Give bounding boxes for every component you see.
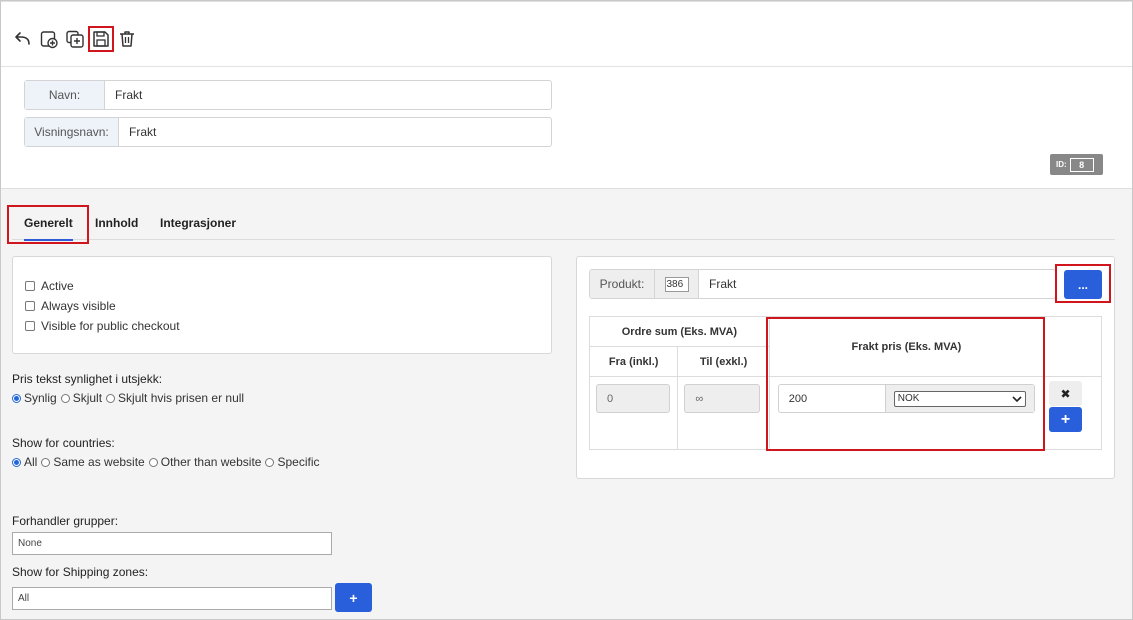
to-input[interactable]: ∞ [684, 384, 761, 413]
public-checkout-label: Visible for public checkout [41, 319, 180, 333]
price-visibility-label: Pris tekst synlighet i utsjekk: [12, 372, 163, 386]
radio-skjult-null[interactable]: Skjult hvis prisen er null [106, 391, 244, 405]
tab-bar: Generelt Innhold Integrasjoner [12, 206, 1115, 241]
actions-cell: ✖ + [1043, 376, 1102, 450]
price-visibility-options: Synlig Skjult Skjult hvis prisen er null [12, 391, 248, 405]
radio-specific[interactable]: Specific [265, 455, 320, 469]
currency-value: NOK [897, 393, 920, 404]
from-input[interactable]: 0 [596, 384, 670, 413]
name-input[interactable]: Frakt [105, 81, 551, 109]
radio-same-as-website[interactable]: Same as website [41, 455, 145, 469]
new-document-icon[interactable] [38, 28, 60, 50]
price-header: Frakt pris (Eks. MVA) [768, 316, 1045, 377]
browse-product-button[interactable]: ... [1064, 270, 1102, 299]
price-row: 0 ∞ 200 NOK ✖ + [588, 376, 1102, 450]
save-icon[interactable] [88, 26, 114, 52]
id-label: ID: [1056, 160, 1067, 169]
always-visible-label: Always visible [41, 299, 116, 313]
to-header: Til (exkl.) [677, 346, 770, 377]
public-checkout-checkbox-row[interactable]: Visible for public checkout [25, 319, 180, 333]
tab-generelt[interactable]: Generelt [24, 206, 73, 241]
price-input[interactable]: 200 [779, 385, 886, 412]
product-id-field: 386 [655, 270, 699, 298]
to-cell: ∞ [677, 376, 770, 450]
currency-cell: NOK [885, 385, 1035, 412]
always-visible-checkbox-row[interactable]: Always visible [25, 299, 116, 313]
shipping-zones-label: Show for Shipping zones: [12, 565, 149, 579]
actions-header [1043, 316, 1102, 377]
dealer-groups-input[interactable]: None [12, 532, 332, 555]
back-icon[interactable] [12, 28, 34, 50]
from-header: Fra (inkl.) [588, 346, 679, 377]
product-name[interactable]: Frakt [699, 270, 1055, 298]
active-checkbox-row[interactable]: Active [25, 279, 74, 293]
from-cell: 0 [588, 376, 679, 450]
display-name-input[interactable]: Frakt [119, 118, 551, 146]
display-name-label: Visningsnavn: [25, 118, 119, 146]
radio-synlig[interactable]: Synlig [12, 391, 57, 405]
product-id-input[interactable]: 386 [664, 276, 689, 292]
duplicate-icon[interactable] [64, 28, 86, 50]
currency-select[interactable]: NOK [893, 390, 1027, 407]
trash-icon[interactable] [116, 28, 138, 50]
countries-options: All Same as website Other than website S… [12, 455, 324, 469]
order-sum-header: Ordre sum (Eks. MVA) [589, 316, 770, 347]
toolbar [12, 26, 138, 52]
product-label: Produkt: [590, 270, 655, 298]
countries-label: Show for countries: [12, 436, 115, 450]
remove-row-button[interactable]: ✖ [1049, 381, 1083, 406]
shipping-zones-input[interactable]: All [12, 587, 332, 610]
options-panel: Active Always visible Visible for public… [12, 256, 552, 354]
id-value: 8 [1069, 157, 1094, 172]
id-badge: ID: 8 [1050, 154, 1103, 175]
dealer-groups-label: Forhandler grupper: [12, 514, 119, 528]
price-table: Ordre sum (Eks. MVA) Frakt pris (Eks. MV… [588, 316, 1102, 450]
radio-other-than-website[interactable]: Other than website [148, 455, 261, 469]
always-visible-checkbox[interactable] [25, 301, 35, 311]
radio-all[interactable]: All [12, 455, 37, 469]
add-row-button[interactable]: + [1049, 407, 1083, 432]
active-label: Active [41, 279, 74, 293]
active-checkbox[interactable] [25, 281, 35, 291]
public-checkout-checkbox[interactable] [25, 321, 35, 331]
toolbar-divider [1, 66, 1132, 67]
product-field: Produkt: 386 Frakt [589, 269, 1056, 299]
add-shipping-zone-button[interactable]: + [335, 583, 372, 612]
price-cell: 200 NOK [768, 376, 1045, 450]
name-field: Navn: Frakt [24, 80, 552, 110]
tab-innhold[interactable]: Innhold [95, 206, 138, 240]
display-name-field: Visningsnavn: Frakt [24, 117, 552, 147]
name-label: Navn: [25, 81, 105, 109]
price-input-group: 200 NOK [777, 384, 1036, 413]
tab-integrasjoner[interactable]: Integrasjoner [160, 206, 236, 240]
radio-skjult[interactable]: Skjult [60, 391, 102, 405]
chevron-down-icon [1012, 395, 1022, 402]
